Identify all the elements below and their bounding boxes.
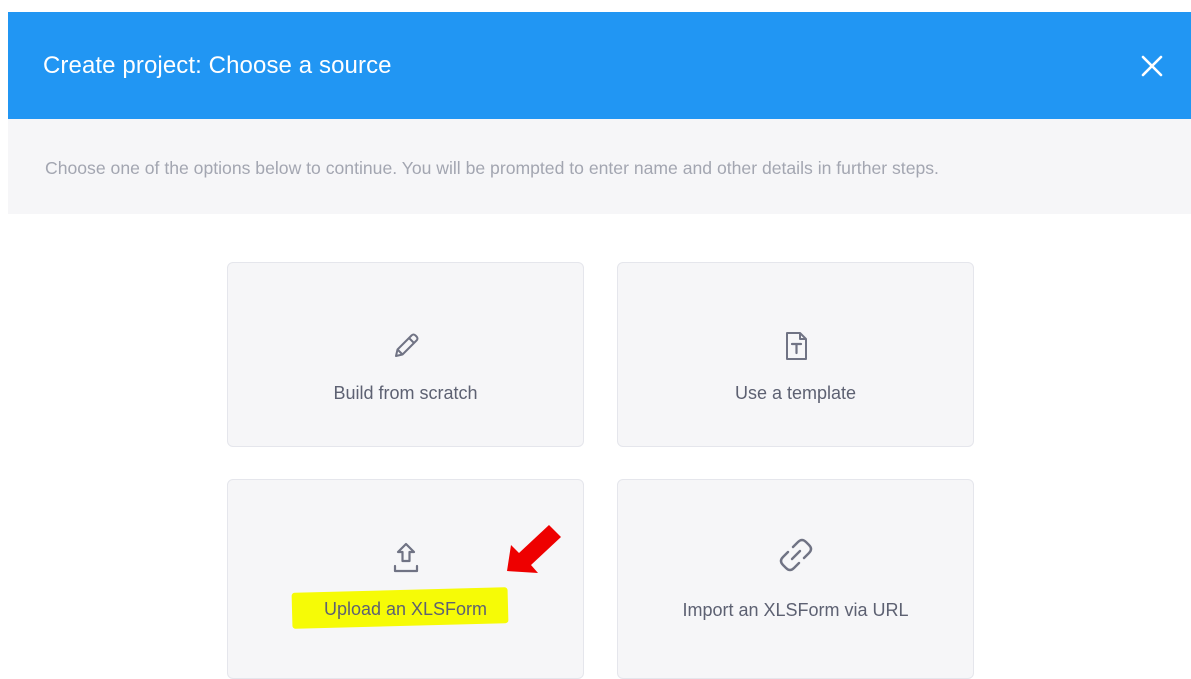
option-label: Build from scratch	[333, 383, 478, 403]
upload-icon	[386, 538, 426, 578]
arrow-annotation-icon	[507, 525, 561, 573]
use-template-button[interactable]: Use a template	[617, 262, 974, 447]
modal-header: Create project: Choose a source	[8, 12, 1191, 119]
option-label: Upload an XLSForm	[323, 599, 488, 619]
pencil-icon	[386, 326, 426, 366]
upload-xlsform-button[interactable]	[227, 479, 584, 679]
template-file-icon	[776, 326, 816, 366]
link-icon	[776, 535, 816, 575]
instructions-bar: Choose one of the options below to conti…	[8, 119, 1191, 214]
import-xlsform-url-button[interactable]: Import an XLSForm via URL	[617, 479, 974, 679]
close-icon	[1141, 55, 1163, 77]
close-button[interactable]	[1135, 49, 1169, 83]
modal-title: Create project: Choose a source	[43, 52, 392, 79]
instructions-text: Choose one of the options below to conti…	[45, 158, 939, 178]
option-label: Import an XLSForm via URL	[682, 600, 909, 620]
option-label: Use a template	[734, 383, 857, 403]
build-from-scratch-button[interactable]: Build from scratch	[227, 262, 584, 447]
